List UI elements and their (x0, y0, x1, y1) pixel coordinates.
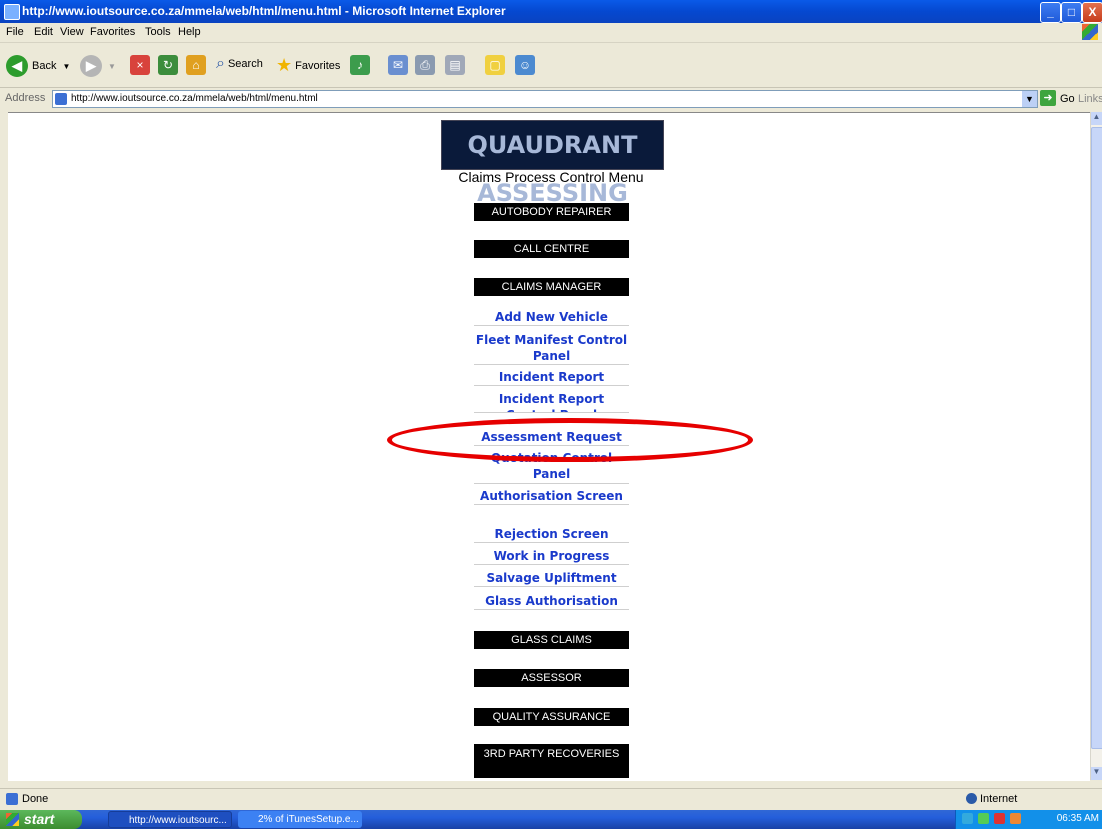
stop-icon[interactable]: × (130, 55, 150, 75)
title-bar: http://www.ioutsource.co.za/mmela/web/ht… (0, 0, 1102, 23)
status-bar: Done Internet (0, 788, 1102, 811)
section-3rd-party-recoveries[interactable]: 3RD PARTY RECOVERIES (474, 744, 629, 778)
taskbar: start http://www.ioutsourc... 2% of iTun… (0, 810, 1102, 829)
edit-icon[interactable]: ▤ (445, 55, 465, 75)
address-input[interactable]: http://www.ioutsource.co.za/mmela/web/ht… (52, 90, 1038, 108)
menu-file[interactable]: File (6, 26, 24, 38)
windows-logo-icon (1082, 24, 1098, 40)
security-icon[interactable] (994, 813, 1005, 824)
highlight-annotation-oval (387, 418, 753, 462)
status-text: Done (22, 793, 49, 805)
print-icon[interactable]: ⎙ (415, 55, 435, 75)
link-work-in-progress[interactable]: Work in Progress (474, 548, 629, 565)
link-authorisation[interactable]: Authorisation Screen (474, 488, 629, 505)
refresh-icon[interactable]: ↻ (158, 55, 178, 75)
back-button[interactable]: ◀ Back ▼ (6, 55, 70, 77)
globe-icon (966, 793, 977, 804)
section-autobody-repairer[interactable]: AUTOBODY REPAIRER (474, 203, 629, 221)
mail-icon[interactable]: ✉ (388, 55, 408, 75)
taskbar-item-download[interactable]: 2% of iTunesSetup.e... (238, 811, 362, 828)
chevron-down-icon[interactable]: ▼ (1022, 91, 1037, 107)
go-arrow-icon[interactable]: ➜ (1040, 90, 1056, 106)
links-label[interactable]: Links (1078, 93, 1102, 105)
windows-logo-icon (6, 813, 19, 826)
search-icon: ⌕ (216, 55, 225, 72)
chevron-down-icon: ▼ (108, 61, 116, 71)
page-icon (55, 93, 67, 105)
chevron-down-icon: ▼ (62, 61, 71, 71)
address-bar: Address http://www.ioutsource.co.za/mmel… (0, 88, 1102, 110)
address-label: Address (5, 92, 46, 104)
vertical-scrollbar[interactable]: ▲ ▼ (1090, 112, 1102, 780)
menu-edit[interactable]: Edit (34, 26, 53, 38)
link-fleet-manifest[interactable]: Fleet Manifest Control Panel (474, 332, 629, 365)
update-icon[interactable] (1010, 813, 1021, 824)
scroll-up-icon[interactable]: ▲ (1091, 112, 1102, 125)
link-add-new-vehicle[interactable]: Add New Vehicle (474, 309, 629, 326)
ie-icon (4, 4, 20, 20)
scroll-down-icon[interactable]: ▼ (1091, 767, 1102, 780)
section-quality-assurance[interactable]: QUALITY ASSURANCE (474, 708, 629, 726)
forward-button[interactable]: ▶ ▼ (80, 55, 116, 77)
media-icon[interactable]: ♪ (350, 55, 370, 75)
discuss-icon[interactable]: ▢ (485, 55, 505, 75)
back-label: Back (32, 60, 57, 72)
search-label: Search (227, 58, 263, 70)
page-icon (6, 793, 18, 805)
section-call-centre[interactable]: CALL CENTRE (474, 240, 629, 258)
page-title: Claims Process Control Menu (458, 169, 644, 185)
menu-view[interactable]: View (60, 26, 84, 38)
start-label: start (24, 811, 55, 827)
menu-bar: File Edit View Favorites Tools Help (0, 23, 1102, 43)
security-zone: Internet (980, 793, 1018, 805)
back-arrow-icon: ◀ (6, 55, 28, 77)
start-button[interactable]: start (0, 810, 82, 829)
clock: 06:35 AM (1056, 813, 1099, 824)
home-icon[interactable]: ⌂ (186, 55, 206, 75)
messenger-icon[interactable]: ☺ (515, 55, 535, 75)
scroll-thumb[interactable] (1091, 127, 1102, 749)
menu-tools[interactable]: Tools (145, 26, 171, 38)
window-title: http://www.ioutsource.co.za/mmela/web/ht… (22, 4, 506, 18)
link-incident-report-panel[interactable]: Incident Report Control Panel (474, 391, 629, 413)
system-tray: 06:35 AM (955, 810, 1102, 829)
address-url: http://www.ioutsource.co.za/mmela/web/ht… (71, 93, 318, 104)
maximize-button[interactable]: □ (1061, 2, 1082, 23)
volume-icon[interactable] (978, 813, 989, 824)
menu-help[interactable]: Help (178, 26, 201, 38)
forward-arrow-icon: ▶ (80, 55, 102, 77)
section-glass-claims[interactable]: GLASS CLAIMS (474, 631, 629, 649)
menu-favorites[interactable]: Favorites (90, 26, 135, 38)
go-button[interactable]: Go (1060, 93, 1075, 105)
network-icon[interactable] (962, 813, 973, 824)
favorites-label: Favorites (295, 59, 341, 72)
link-incident-report[interactable]: Incident Report (474, 369, 629, 386)
section-claims-manager[interactable]: CLAIMS MANAGER (474, 278, 629, 296)
link-glass-authorisation[interactable]: Glass Authorisation (474, 593, 629, 610)
search-button[interactable]: ⌕ Search (216, 55, 263, 73)
close-button[interactable]: X (1082, 2, 1102, 23)
link-rejection[interactable]: Rejection Screen (474, 526, 629, 543)
favorites-button[interactable]: ★ Favorites (276, 55, 340, 76)
taskbar-item-ie[interactable]: http://www.ioutsourc... (108, 811, 232, 828)
section-assessor[interactable]: ASSESSOR (474, 669, 629, 687)
link-salvage-upliftment[interactable]: Salvage Upliftment (474, 570, 629, 587)
minimize-button[interactable]: _ (1040, 2, 1061, 23)
toolbar: ◀ Back ▼ ▶ ▼ × ↻ ⌂ ⌕ Search ★ Favorites … (0, 43, 1102, 88)
star-icon: ★ (276, 55, 293, 75)
site-logo: QUAUDRANT ASSESSING (441, 120, 664, 207)
